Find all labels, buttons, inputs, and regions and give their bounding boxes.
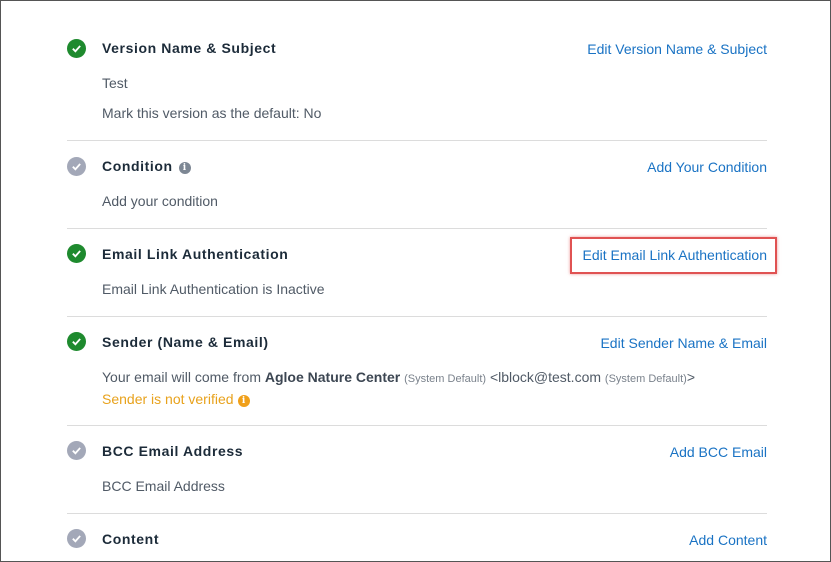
info-icon[interactable]: i <box>178 162 191 174</box>
version-name-value: Test <box>102 75 128 91</box>
add-bcc-link[interactable]: Add BCC Email <box>670 444 767 460</box>
sender-name-note: (System Default) <box>404 373 487 385</box>
edit-version-name-link[interactable]: Edit Version Name & Subject <box>587 41 767 57</box>
sender-prefix: Your email will come from <box>102 369 265 385</box>
check-icon <box>67 39 86 58</box>
add-content-link[interactable]: Add Content <box>689 532 767 548</box>
section-content: Content Add Content <box>67 513 767 561</box>
sender-suffix: > <box>686 369 696 385</box>
section-title: Version Name & Subject <box>102 40 277 56</box>
section-condition: Condition i Add Your Condition Add your c… <box>67 140 767 229</box>
section-title: Condition i <box>102 158 191 174</box>
section-title: Sender (Name & Email) <box>102 334 269 350</box>
check-icon <box>67 244 86 263</box>
check-icon <box>67 332 86 351</box>
section-title: Email Link Authentication <box>102 246 289 262</box>
sender-warning: Sender is not verified i <box>102 391 250 407</box>
section-bcc: BCC Email Address Add BCC Email BCC Emai… <box>67 425 767 514</box>
highlight-box <box>570 237 777 274</box>
section-version-name: Version Name & Subject Edit Version Name… <box>67 1 767 141</box>
bcc-value: BCC Email Address <box>102 478 225 494</box>
check-icon <box>67 529 86 548</box>
check-icon <box>67 157 86 176</box>
condition-value: Add your condition <box>102 193 218 209</box>
section-title: Content <box>102 531 160 547</box>
settings-panel: Version Name & Subject Edit Version Name… <box>0 0 831 562</box>
condition-title-text: Condition <box>102 158 173 174</box>
check-icon <box>67 441 86 460</box>
email-link-auth-value: Email Link Authentication is Inactive <box>102 281 325 297</box>
edit-sender-link[interactable]: Edit Sender Name & Email <box>600 335 767 351</box>
sender-warning-text: Sender is not verified <box>102 391 234 407</box>
default-version-value: Mark this version as the default: No <box>102 105 322 121</box>
add-condition-link[interactable]: Add Your Condition <box>647 159 767 175</box>
warning-info-icon[interactable]: i <box>237 395 250 407</box>
sender-summary: Your email will come from Agloe Nature C… <box>102 369 695 385</box>
section-sender: Sender (Name & Email) Edit Sender Name &… <box>67 316 767 426</box>
sender-email-note: (System Default) <box>604 373 687 385</box>
sender-name: Agloe Nature Center <box>264 369 401 385</box>
sender-email: <lblock@test.com <box>489 369 602 385</box>
section-title: BCC Email Address <box>102 443 244 459</box>
